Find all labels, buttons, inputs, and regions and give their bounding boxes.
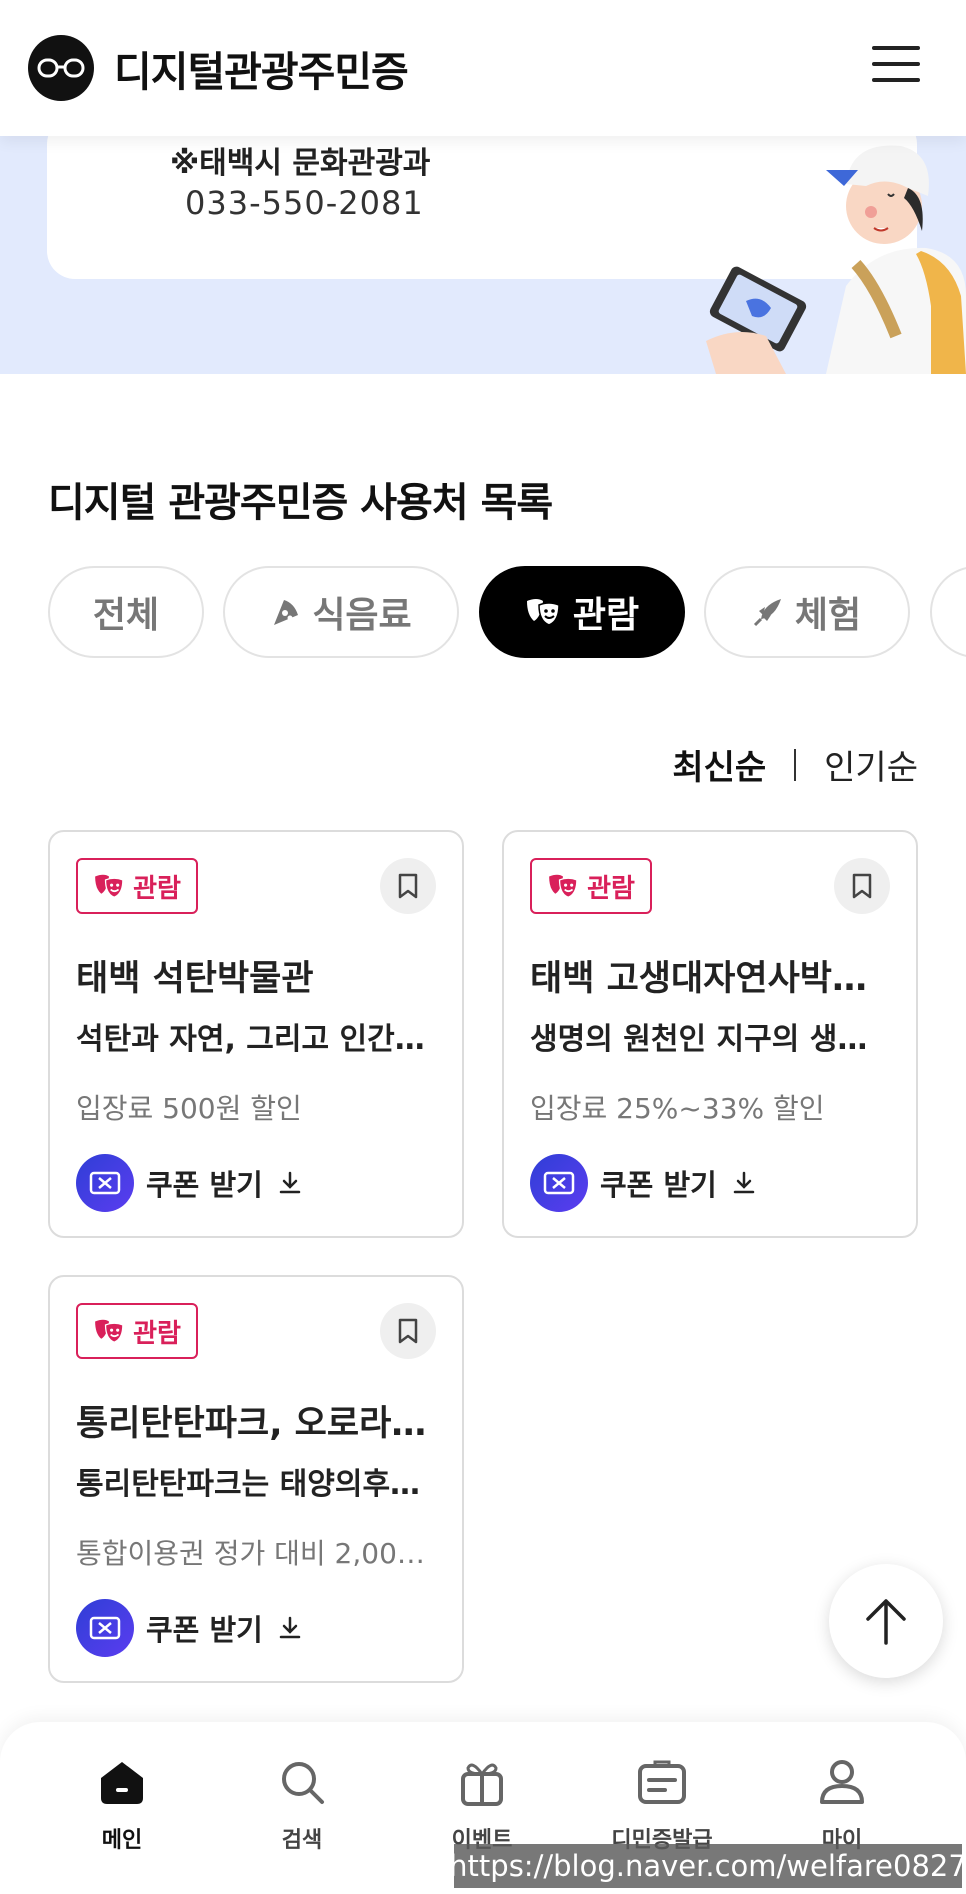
category-badge: 관람	[76, 1303, 198, 1359]
card-title: 태백 고생대자연사박…	[530, 959, 867, 999]
home-icon	[97, 1758, 147, 1810]
chip-viewing[interactable]: 관람	[479, 566, 685, 658]
bookmark-icon[interactable]	[380, 858, 436, 914]
coupon-button[interactable]: 쿠폰 받기	[76, 1154, 303, 1212]
bookmark-icon[interactable]	[834, 858, 890, 914]
coupon-label: 쿠폰 받기	[600, 1168, 717, 1202]
pizza-icon	[270, 597, 300, 627]
theater-mask-icon	[547, 873, 579, 899]
theater-mask-icon	[525, 597, 561, 627]
card-description: 석탄과 자연, 그리고 인간…	[76, 1022, 425, 1057]
card-title: 태백 석탄박물관	[76, 959, 314, 999]
coupon-icon	[76, 1599, 134, 1657]
download-icon	[277, 1615, 303, 1641]
nav-event[interactable]: 이벤트	[412, 1758, 552, 1854]
chip-label: 체험	[794, 595, 862, 636]
place-card[interactable]: 관람 태백 고생대자연사박… 생명의 원천인 지구의 생… 입장료 25%~33…	[502, 830, 918, 1238]
sort-popular[interactable]: 인기순	[824, 740, 918, 789]
sort-latest[interactable]: 최신순	[672, 740, 766, 789]
category-chips: 전체 식음료 관람 체험	[48, 566, 966, 660]
badge-label: 관람	[133, 873, 181, 904]
theater-mask-icon	[93, 1318, 125, 1344]
scroll-top-button[interactable]	[829, 1564, 943, 1678]
bookmark-icon[interactable]	[380, 1303, 436, 1359]
gift-icon	[458, 1758, 506, 1810]
chip-food[interactable]: 식음료	[223, 566, 459, 658]
chip-more[interactable]	[930, 566, 966, 658]
chip-label: 식음료	[312, 595, 412, 636]
card-title: 통리탄탄파크, 오로라…	[76, 1404, 427, 1444]
nav-my[interactable]: 마이	[772, 1758, 912, 1854]
place-card[interactable]: 관람 통리탄탄파크, 오로라… 통리탄탄파크는 태양의후… 통합이용권 정가 대…	[48, 1275, 464, 1683]
search-icon	[278, 1758, 326, 1810]
chip-all[interactable]: 전체	[48, 566, 204, 658]
category-badge: 관람	[76, 858, 198, 914]
card-benefit: 입장료 500원 할인	[76, 1092, 302, 1125]
card-benefit: 입장료 25%~33% 할인	[530, 1092, 825, 1125]
coupon-button[interactable]: 쿠폰 받기	[76, 1599, 303, 1657]
source-watermark: https://blog.naver.com/welfare0827	[449, 1844, 966, 1888]
card-benefit: 통합이용권 정가 대비 2,00…	[76, 1537, 425, 1570]
nav-main[interactable]: 메인	[52, 1758, 192, 1854]
hamburger-menu-icon[interactable]	[872, 46, 920, 82]
department-text: ※태백시 문화관광과	[170, 146, 431, 181]
place-card[interactable]: 관람 태백 석탄박물관 석탄과 자연, 그리고 인간… 입장료 500원 할인 …	[48, 830, 464, 1238]
coupon-icon	[76, 1154, 134, 1212]
phone-text: 033-550-2081	[185, 184, 424, 222]
coupon-label: 쿠폰 받기	[146, 1613, 263, 1647]
nav-id-issue[interactable]: 디민증발급	[592, 1758, 732, 1854]
coupon-label: 쿠폰 받기	[146, 1168, 263, 1202]
chip-label: 전체	[92, 595, 160, 636]
app-header: 디지털관광주민증	[0, 0, 966, 136]
contact-hero: ※태백시 문화관광과 033-550-2081	[0, 136, 966, 374]
theater-mask-icon	[93, 873, 125, 899]
card-description: 생명의 원천인 지구의 생…	[530, 1022, 868, 1057]
brand-title[interactable]: 디지털관광주민증	[114, 38, 409, 98]
nav-label: 검색	[281, 1828, 323, 1853]
arrow-up-icon	[866, 1599, 906, 1645]
coupon-button[interactable]: 쿠폰 받기	[530, 1154, 757, 1212]
id-card-icon	[637, 1758, 687, 1810]
download-icon	[277, 1170, 303, 1196]
sort-divider	[794, 748, 797, 781]
card-description: 통리탄탄파크는 태양의후…	[76, 1467, 421, 1502]
badge-label: 관람	[133, 1318, 181, 1349]
coupon-icon	[530, 1154, 588, 1212]
logo-glasses-icon[interactable]	[28, 35, 94, 101]
chip-experience[interactable]: 체험	[704, 566, 910, 658]
download-icon	[731, 1170, 757, 1196]
nav-search[interactable]: 검색	[232, 1758, 372, 1854]
nav-label: 메인	[101, 1828, 143, 1853]
sort-toggle: 최신순 인기순	[672, 740, 918, 789]
person-icon	[818, 1758, 866, 1810]
section-title: 디지털 관광주민증 사용처 목록	[48, 480, 553, 526]
tourist-illustration	[706, 145, 966, 374]
rocket-icon	[753, 597, 783, 627]
badge-label: 관람	[587, 873, 635, 904]
chip-label: 관람	[572, 595, 640, 636]
category-badge: 관람	[530, 858, 652, 914]
